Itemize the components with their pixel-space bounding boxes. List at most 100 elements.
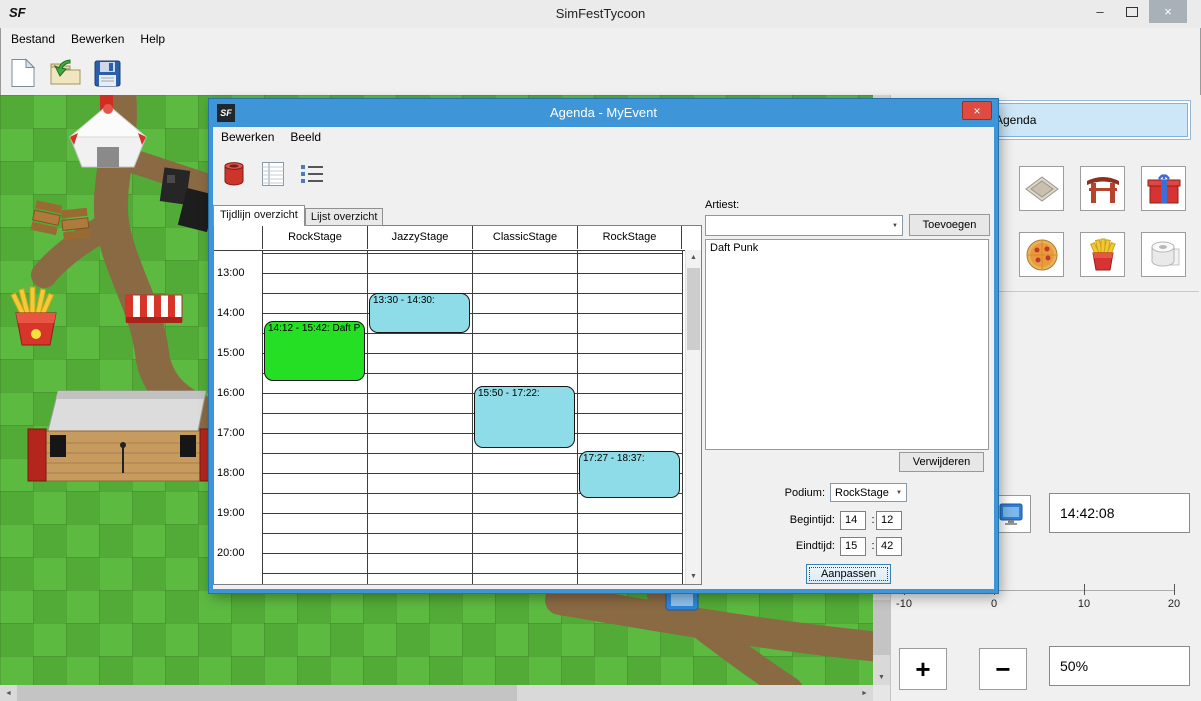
time-label: 13:00 xyxy=(217,267,247,279)
delete-event-button[interactable] xyxy=(217,157,250,190)
podium-label: Podium: xyxy=(759,487,825,499)
end-minute-input[interactable]: 42 xyxy=(876,537,902,556)
tab-tijdlijn-overzicht[interactable]: Tijdlijn overzicht xyxy=(213,205,305,226)
agenda-dialog: Agenda - MyEvent SF × BewerkenBeeld Tijd… xyxy=(209,99,998,593)
map-hscroll-thumb[interactable] xyxy=(17,685,517,701)
dialog-close-button[interactable]: × xyxy=(962,101,992,120)
schedule-body[interactable]: 13:0014:0015:0016:0017:0018:0019:0020:00… xyxy=(214,250,685,584)
podium-combobox[interactable]: RockStage ▼ xyxy=(830,483,907,502)
zoom-level-display: 50% xyxy=(1049,646,1190,686)
time-label: 20:00 xyxy=(217,547,247,559)
grid-line xyxy=(682,250,683,584)
map-horizontal-scrollbar[interactable]: ◄ ► xyxy=(0,685,873,701)
menu-bestand[interactable]: Bestand xyxy=(3,28,63,46)
column-header: RockStage xyxy=(577,226,682,249)
gift-icon xyxy=(1146,171,1182,207)
schedule-header-row: RockStageJazzyStageClassicStageRockStage xyxy=(214,226,685,251)
map-picnic-tables[interactable] xyxy=(31,200,90,240)
add-artist-button[interactable]: Toevoegen xyxy=(909,214,990,236)
slider-tick-label: 20 xyxy=(1154,598,1194,610)
menubar: BestandBewerkenHelp xyxy=(0,28,1201,50)
list-view-button[interactable] xyxy=(295,157,328,190)
shop-item-floor-tile[interactable] xyxy=(1019,166,1064,211)
shop-item-gift[interactable] xyxy=(1141,166,1186,211)
dropdown-arrow-icon: ▼ xyxy=(892,223,898,229)
minimize-icon: – xyxy=(1096,4,1103,19)
schedule-event[interactable]: 14:12 - 15:42: Daft P xyxy=(264,321,365,381)
close-button[interactable]: × xyxy=(1149,0,1187,23)
map-blue-stand[interactable] xyxy=(666,590,698,610)
shop-item-fries[interactable] xyxy=(1080,232,1125,277)
dialog-close-icon: × xyxy=(973,104,980,118)
artist-combobox[interactable]: ▼ xyxy=(705,215,903,236)
list-view-icon xyxy=(300,162,324,186)
save-file-button[interactable] xyxy=(89,55,125,91)
maximize-button[interactable] xyxy=(1117,0,1147,23)
scroll-left-icon[interactable]: ◄ xyxy=(0,685,17,701)
shop-item-toilet-paper[interactable] xyxy=(1141,232,1186,277)
remove-artist-button[interactable]: Verwijderen xyxy=(899,452,984,472)
dialog-menubar: BewerkenBeeld xyxy=(213,127,994,147)
window-title: SimFestTycoon xyxy=(0,6,1201,21)
schedule-scroll-thumb[interactable] xyxy=(687,268,700,350)
pizza-icon xyxy=(1024,237,1060,273)
map-striped-stall[interactable] xyxy=(126,295,182,323)
schedule-scrollbar[interactable]: ▲ ▼ xyxy=(685,250,701,584)
menu-help[interactable]: Help xyxy=(132,28,173,46)
dialog-menu-beeld[interactable]: Beeld xyxy=(282,127,329,144)
apply-button[interactable]: Aanpassen xyxy=(806,564,891,584)
podium-value: RockStage xyxy=(835,485,889,502)
schedule-scroll-up-icon[interactable]: ▲ xyxy=(686,250,701,265)
shop-item-pizza[interactable] xyxy=(1019,232,1064,277)
map-stage[interactable] xyxy=(28,391,218,481)
maximize-icon xyxy=(1126,7,1138,17)
slider-tick xyxy=(1174,584,1175,595)
titlebar: SF SimFestTycoon – × xyxy=(0,0,1201,28)
minimize-button[interactable]: – xyxy=(1085,0,1115,23)
timeline-view-button[interactable] xyxy=(256,157,289,190)
schedule-scroll-down-icon[interactable]: ▼ xyxy=(686,569,701,584)
schedule-event[interactable]: 13:30 - 14:30: xyxy=(369,293,470,333)
dialog-title: Agenda - MyEvent xyxy=(209,99,998,127)
end-hour-input[interactable]: 15 xyxy=(840,537,866,556)
time-label: 16:00 xyxy=(217,387,247,399)
tab-lijst-overzicht[interactable]: Lijst overzicht xyxy=(305,208,384,226)
zoom-in-button[interactable]: + xyxy=(899,648,947,690)
dialog-logo-icon: SF xyxy=(217,104,235,122)
clock-display: 14:42:08 xyxy=(1049,493,1190,533)
floor-tile-icon xyxy=(1024,171,1060,207)
fries-icon xyxy=(1085,237,1121,273)
start-hour-input[interactable]: 14 xyxy=(840,511,866,530)
scroll-right-icon[interactable]: ► xyxy=(856,685,873,701)
column-header: RockStage xyxy=(262,226,367,249)
start-minute-input[interactable]: 12 xyxy=(876,511,902,530)
time-label: 14:00 xyxy=(217,307,247,319)
save-icon xyxy=(94,60,121,87)
artist-list-item[interactable]: Daft Punk xyxy=(706,240,988,256)
column-header: JazzyStage xyxy=(367,226,472,249)
shop-item-entrance-gate[interactable] xyxy=(1080,166,1125,211)
grid-line xyxy=(577,250,578,584)
screen-icon xyxy=(997,500,1025,528)
time-label: 18:00 xyxy=(217,467,247,479)
column-header: ClassicStage xyxy=(472,226,577,249)
scroll-down-icon[interactable]: ▼ xyxy=(873,669,890,685)
open-file-button[interactable] xyxy=(47,55,83,91)
agenda-label: Agenda xyxy=(995,113,1036,127)
close-icon: × xyxy=(1164,4,1172,19)
menu-bewerken[interactable]: Bewerken xyxy=(63,28,132,46)
map-fries-stand[interactable] xyxy=(11,287,56,345)
toilet-paper-icon xyxy=(1146,237,1182,273)
schedule-event[interactable]: 17:27 - 18:37: xyxy=(579,451,680,498)
artist-listbox[interactable]: Daft Punk xyxy=(705,239,989,450)
time-label: 19:00 xyxy=(217,507,247,519)
app-window: SF SimFestTycoon – × BestandBewerkenHelp xyxy=(0,0,1201,701)
schedule-event[interactable]: 15:50 - 17:22: xyxy=(474,386,575,447)
new-file-button[interactable] xyxy=(5,55,41,91)
dropdown-arrow-icon: ▼ xyxy=(896,490,902,496)
zoom-out-button[interactable]: − xyxy=(979,648,1027,690)
artist-label: Artiest: xyxy=(705,199,739,211)
slider-tick xyxy=(1084,584,1085,595)
dialog-menu-bewerken[interactable]: Bewerken xyxy=(213,127,282,144)
start-time-label: Begintijd: xyxy=(747,514,835,526)
